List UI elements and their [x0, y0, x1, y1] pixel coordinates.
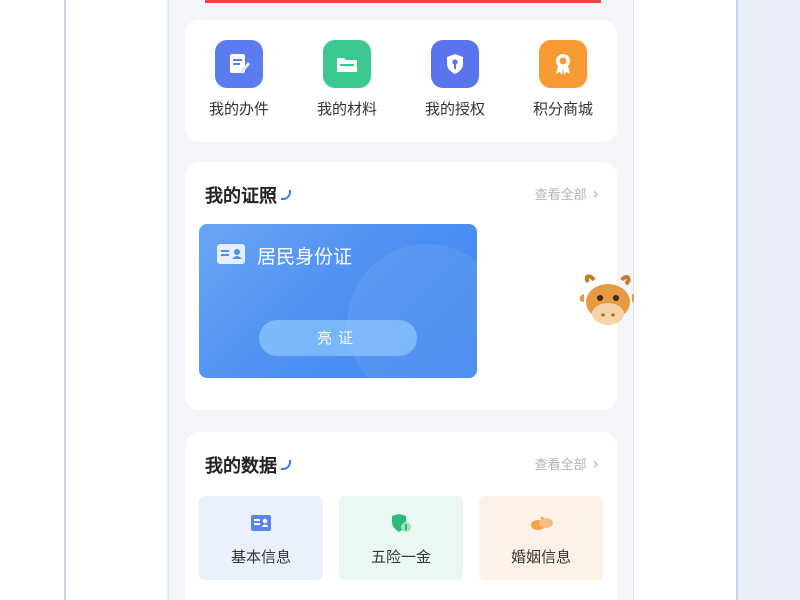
my-licenses-card: 我的证照 查看全部 › 居民身份证 亮证 [185, 162, 617, 410]
quick-action-label: 我的材料 [316, 100, 377, 118]
data-tile-label: 婚姻信息 [510, 548, 571, 566]
quick-action-label: 我的办件 [208, 100, 269, 118]
phone-screen: 我的办件 我的材料 我的授权 积分商城 我的证照 查看全部 › 居民身份证 亮证… [168, 0, 634, 600]
card-decoration [347, 244, 477, 378]
data-tile-label: 基本信息 [230, 548, 291, 566]
show-license-button[interactable]: 亮证 [259, 320, 417, 356]
folder-icon [323, 40, 371, 88]
document-edit-icon [215, 40, 263, 88]
data-view-all-link[interactable]: 查看全部 › [535, 454, 599, 473]
rings-icon [530, 512, 553, 534]
mascot-ox-icon[interactable] [578, 272, 637, 342]
background-gutter-right [634, 0, 738, 600]
section-title: 我的证照 [205, 182, 291, 208]
chevron-right-icon: › [592, 454, 599, 473]
shield-key-icon [431, 40, 479, 88]
chevron-right-icon: › [592, 184, 599, 203]
id-card-icon [217, 244, 245, 264]
section-title-text: 我的证照 [205, 186, 277, 207]
view-all-label: 查看全部 [534, 188, 587, 203]
data-tile-label: 五险一金 [370, 548, 431, 566]
title-accent-icon [281, 190, 291, 200]
view-all-label: 查看全部 [534, 458, 587, 473]
id-card-icon [250, 512, 272, 534]
data-tile-social-insurance[interactable]: 五险一金 [339, 496, 463, 580]
quick-action-my-materials[interactable]: 我的材料 [299, 40, 395, 119]
data-tile-basic-info[interactable]: 基本信息 [199, 496, 323, 580]
my-data-card: 我的数据 查看全部 › 基本信息 五险一金 婚姻信息 [185, 432, 617, 600]
quick-action-label: 积分商城 [532, 100, 593, 118]
id-card-name: 居民身份证 [257, 246, 353, 268]
background-gutter [66, 0, 166, 600]
id-card-license[interactable]: 居民身份证 亮证 [199, 224, 477, 378]
section-title-text: 我的数据 [205, 456, 277, 477]
background-panel-left [0, 0, 66, 600]
licenses-view-all-link[interactable]: 查看全部 › [535, 184, 599, 203]
quick-action-points-mall[interactable]: 积分商城 [515, 40, 611, 119]
section-title: 我的数据 [205, 452, 291, 478]
data-tile-marriage-info[interactable]: 婚姻信息 [479, 496, 603, 580]
title-accent-icon [281, 460, 291, 470]
shield-icon [390, 512, 412, 534]
quick-action-my-cases[interactable]: 我的办件 [191, 40, 287, 119]
background-panel-right [738, 0, 800, 600]
quick-action-my-authorization[interactable]: 我的授权 [407, 40, 503, 119]
quick-actions-card: 我的办件 我的材料 我的授权 积分商城 [185, 20, 617, 142]
medal-icon [539, 40, 587, 88]
top-alert-bar [205, 0, 601, 3]
quick-action-label: 我的授权 [424, 100, 485, 118]
